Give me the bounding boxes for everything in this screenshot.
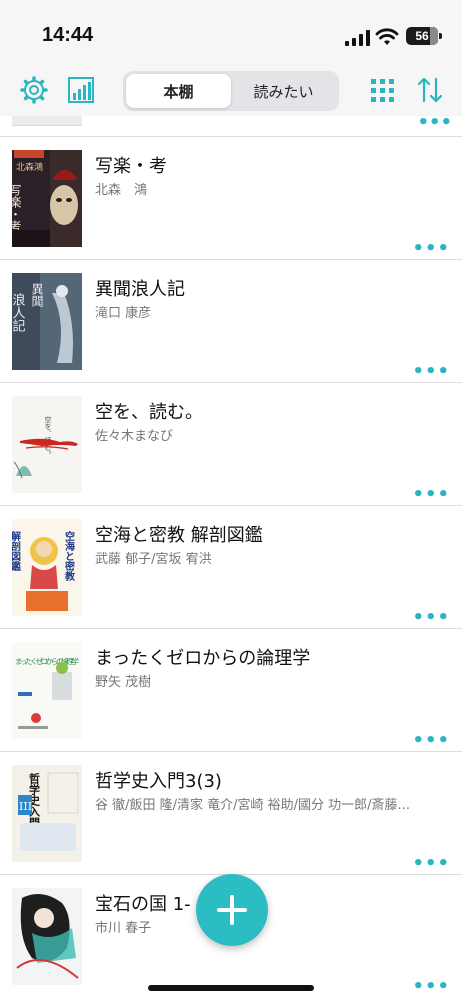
book-list: ••• 北森鴻 写楽・考 写楽・考 北森 鴻 ••• 浪人記 異聞 異聞浪人記 …: [0, 116, 462, 1000]
book-cover: 空を、読む。: [12, 396, 82, 493]
more-options-icon[interactable]: •••: [412, 855, 450, 873]
more-options-icon[interactable]: •••: [412, 978, 450, 996]
book-author: 谷 徹/飯田 隆/清家 竜介/宮崎 裕助/國分 功一郎/斎藤...: [95, 798, 410, 813]
grid-icon[interactable]: [368, 75, 398, 105]
cover-subtitle-text: 解剖図鑑: [12, 530, 21, 571]
add-book-button[interactable]: [196, 874, 268, 946]
book-cover: 解剖図鑑 空海と密教: [12, 519, 82, 616]
more-options-icon[interactable]: •••: [412, 486, 450, 504]
tab-bookshelf[interactable]: 本棚: [126, 74, 231, 108]
tab-want-to-read[interactable]: 読みたい: [231, 74, 336, 108]
book-title-start: 宝石の国 1-: [95, 894, 191, 915]
list-item[interactable]: 解剖図鑑 空海と密教 空海と密教 解剖図鑑 武藤 郁子/宮坂 宥洪 •••: [0, 505, 462, 628]
more-options-icon[interactable]: •••: [412, 363, 450, 381]
book-cover: [12, 116, 82, 126]
cover-author-text: 北森鴻: [16, 161, 43, 173]
book-cover: まったくゼロからの論理学: [12, 642, 82, 739]
book-cover: [12, 888, 82, 985]
book-cover: 浪人記 異聞: [12, 273, 82, 370]
status-bar: 14:44 56: [0, 0, 462, 66]
cover-title-prefix: 異聞: [30, 283, 44, 307]
book-author: 野矢 茂樹: [95, 675, 152, 690]
more-options-icon[interactable]: •••: [412, 732, 450, 750]
cover-title-text: 浪人記: [12, 293, 25, 332]
cellular-signal-icon: [345, 30, 370, 46]
list-item[interactable]: 浪人記 異聞 異聞浪人記 滝口 康彦 •••: [0, 259, 462, 382]
chart-icon[interactable]: [66, 75, 96, 105]
book-author: 佐々木まなび: [95, 429, 174, 444]
more-options-icon[interactable]: •••: [417, 116, 452, 132]
clock: 14:44: [42, 24, 94, 46]
book-cover: 哲学史入門 III: [12, 765, 82, 862]
cover-volume-number: III: [19, 800, 32, 813]
more-options-icon[interactable]: •••: [412, 240, 450, 258]
cover-title-text: まったくゼロからの論理学: [15, 656, 80, 666]
list-item[interactable]: 哲学史入門 III 哲学史入門3(3) 谷 徹/飯田 隆/清家 竜介/宮崎 裕助…: [0, 751, 462, 874]
list-item[interactable]: 空を、読む。 空を、読む。 佐々木まなび •••: [0, 382, 462, 505]
more-options-icon[interactable]: •••: [412, 609, 450, 627]
cover-title-text: 写楽・考: [12, 184, 22, 232]
book-title: 写楽・考: [95, 156, 167, 177]
book-title: まったくゼロからの論理学: [95, 648, 311, 669]
book-author: 北森 鴻: [95, 183, 148, 198]
book-title: 異聞浪人記: [95, 279, 185, 300]
list-item[interactable]: 北森鴻 写楽・考 写楽・考 北森 鴻 •••: [0, 136, 462, 259]
wifi-icon: [375, 28, 399, 45]
book-title: 空海と密教 解剖図鑑: [95, 525, 263, 546]
book-cover: 北森鴻 写楽・考: [12, 150, 82, 247]
list-item[interactable]: まったくゼロからの論理学 まったくゼロからの論理学 野矢 茂樹 •••: [0, 628, 462, 751]
gear-icon[interactable]: [19, 75, 49, 105]
home-indicator[interactable]: [148, 985, 314, 991]
shelf-segmented-control: 本棚 読みたい: [123, 71, 339, 111]
book-author: 滝口 康彦: [95, 306, 152, 321]
book-title: 哲学史入門3(3): [95, 771, 222, 792]
book-title: 空を、読む。: [95, 402, 203, 423]
book-author: 市川 春子: [95, 921, 152, 936]
battery-icon: 56: [406, 27, 442, 45]
list-item-partial[interactable]: •••: [0, 116, 462, 136]
toolbar: 本棚 読みたい: [0, 66, 462, 116]
cover-title-text: 空を、読む。: [44, 415, 52, 458]
battery-level: 56: [415, 29, 429, 43]
book-author: 武藤 郁子/宮坂 宥洪: [95, 552, 212, 567]
sort-icon[interactable]: [415, 75, 445, 105]
